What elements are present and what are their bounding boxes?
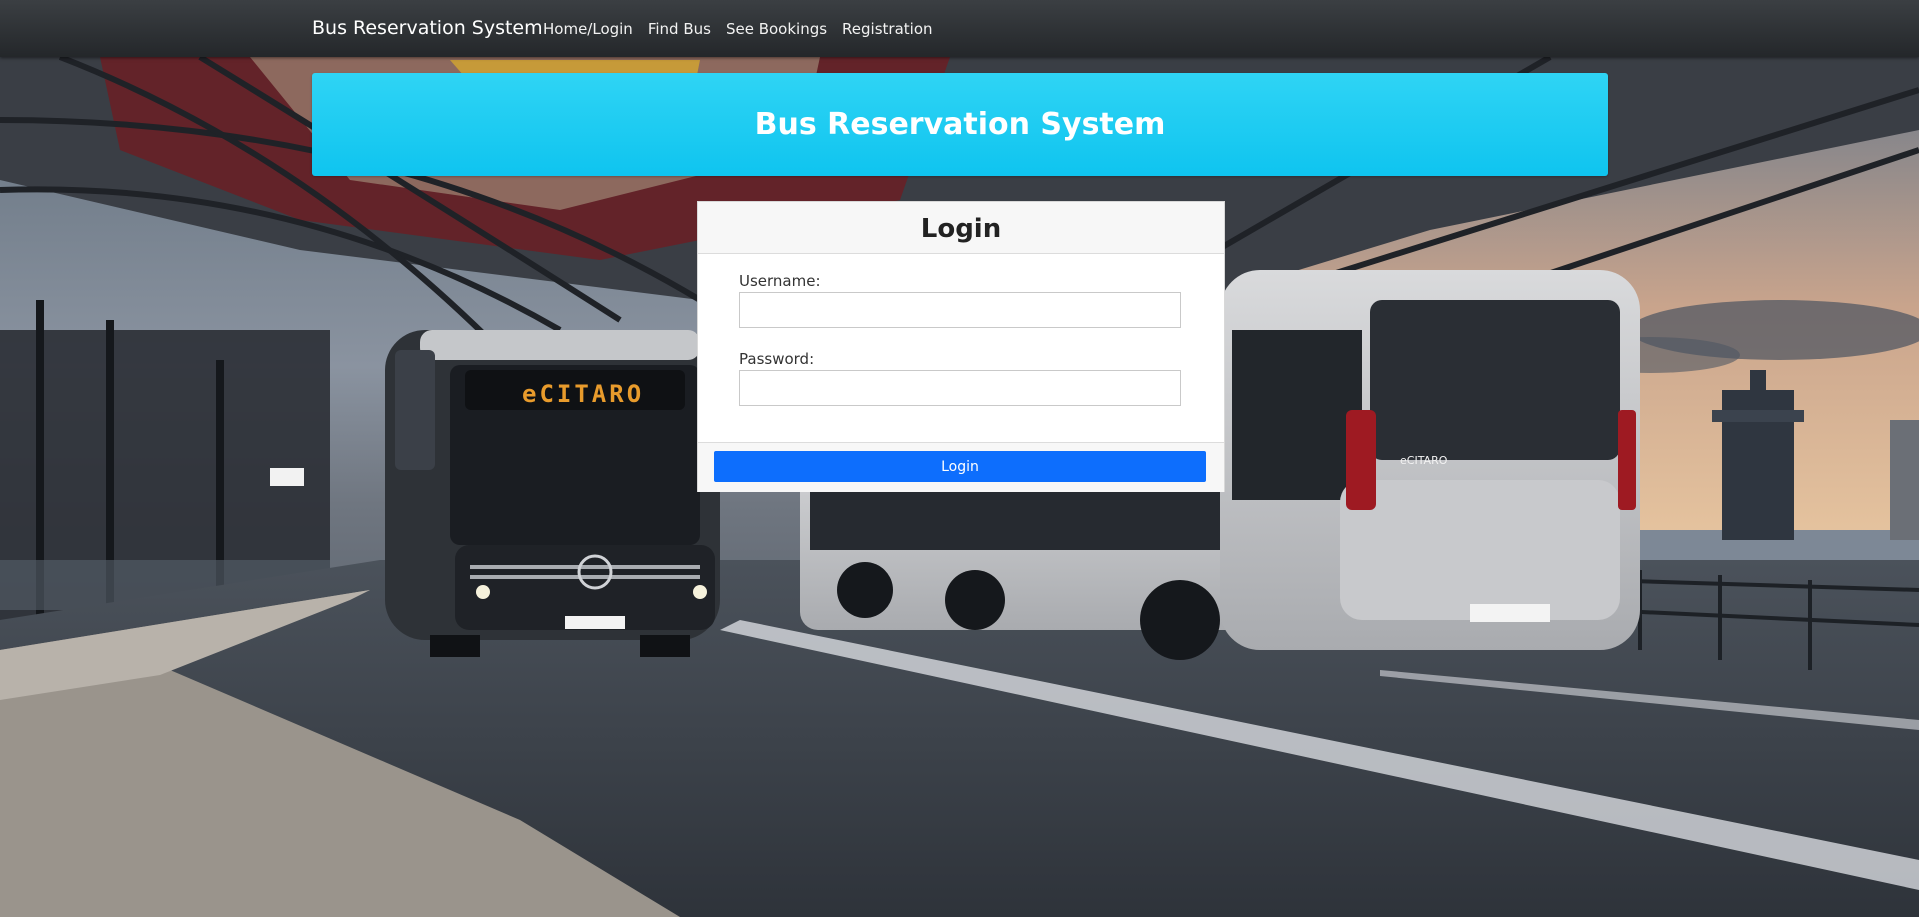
password-input[interactable] — [739, 370, 1181, 406]
login-card-header: Login — [698, 202, 1224, 254]
login-card: Login Username: Password: Login — [697, 201, 1225, 492]
login-card-footer: Login — [698, 442, 1224, 492]
nav-link-registration[interactable]: Registration — [842, 20, 932, 38]
nav-links: Home/Login Find Bus See Bookings Registr… — [543, 20, 948, 38]
page-title: Bus Reservation System — [754, 107, 1166, 142]
nav-link-see-bookings[interactable]: See Bookings — [726, 20, 827, 38]
navbar-brand[interactable]: Bus Reservation System — [312, 17, 543, 39]
password-label: Password: — [739, 350, 815, 368]
top-navbar: Bus Reservation System Home/Login Find B… — [0, 0, 1919, 57]
header-banner: Bus Reservation System — [312, 73, 1608, 176]
nav-link-home-login[interactable]: Home/Login — [543, 20, 633, 38]
username-label: Username: — [739, 272, 821, 290]
front-bus: eCITARO — [385, 330, 720, 657]
bus-destination-display: eCITARO — [522, 380, 644, 408]
nav-link-find-bus[interactable]: Find Bus — [648, 20, 711, 38]
login-button[interactable]: Login — [714, 451, 1206, 482]
rear-bus-model-text: eCITARO — [1400, 454, 1448, 467]
username-input[interactable] — [739, 292, 1181, 328]
login-title: Login — [920, 214, 1002, 244]
